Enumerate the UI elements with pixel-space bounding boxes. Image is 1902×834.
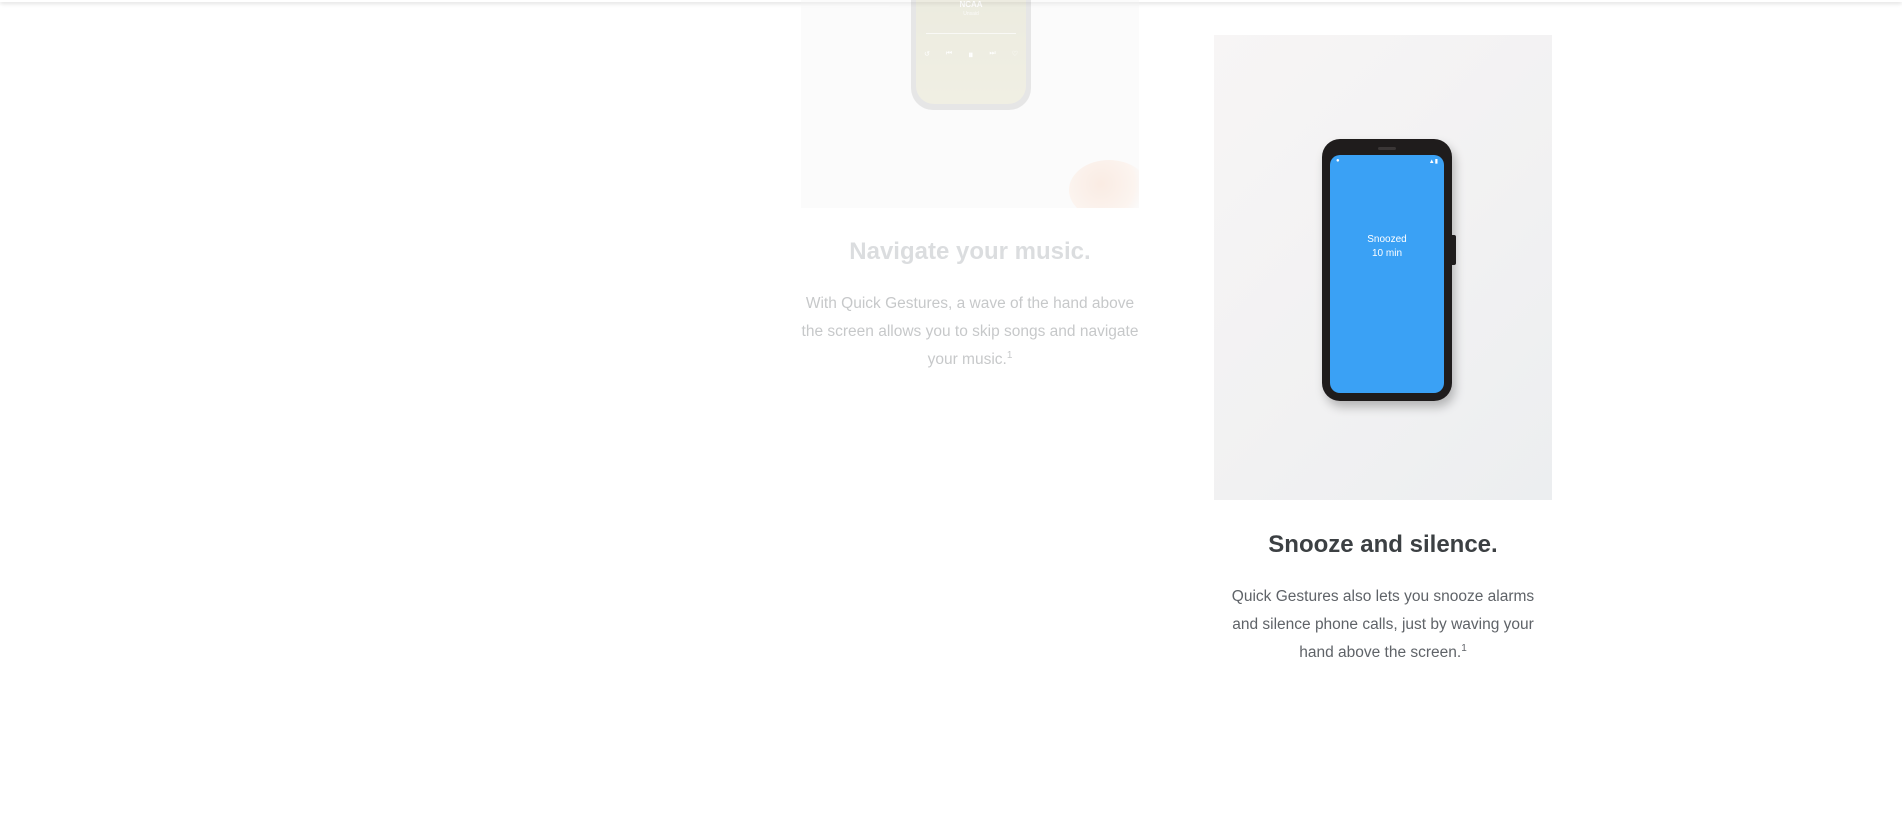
- snooze-message: Snoozed 10 min: [1330, 233, 1444, 261]
- footnote-marker[interactable]: 1: [1007, 350, 1013, 361]
- track-subtitle: Unsaid: [963, 11, 979, 17]
- feature-description-text: Quick Gestures also lets you snooze alar…: [1231, 588, 1535, 661]
- feature-title: Navigate your music.: [849, 238, 1091, 265]
- status-right-icons: ▲▮: [1428, 159, 1438, 165]
- snooze-line-2: 10 min: [1371, 248, 1402, 259]
- phone-illustration: ● ▲▮ Snoozed 10 min: [1322, 139, 1456, 401]
- snooze-screen: ● ▲▮ Snoozed 10 min: [1330, 155, 1444, 393]
- snooze-feature-image: ● ▲▮ Snoozed 10 min: [1214, 35, 1552, 500]
- replay-icon: ↺: [924, 51, 930, 58]
- track-title: NCAA: [959, 0, 983, 9]
- next-icon: ⏭: [989, 50, 996, 57]
- feature-description: With Quick Gestures, a wave of the hand …: [801, 290, 1139, 374]
- feature-description-text: With Quick Gestures, a wave of the hand …: [801, 295, 1139, 368]
- music-player-screen: NCAA Unsaid ↺ ⏮ ⏸ ⏭ ♡: [916, 0, 1026, 104]
- music-controls: ↺ ⏮ ⏸ ⏭ ♡: [924, 50, 1018, 61]
- hand-illustration: [1069, 160, 1139, 208]
- track-progress-bar: [926, 33, 1016, 34]
- feature-card-snooze-silence: ● ▲▮ Snoozed 10 min Snooze and silence. …: [1214, 35, 1552, 661]
- footnote-marker[interactable]: 1: [1461, 643, 1467, 654]
- phone-illustration: NCAA Unsaid ↺ ⏮ ⏸ ⏭ ♡: [911, 0, 1031, 110]
- pause-icon: ⏸: [968, 50, 974, 61]
- status-bar: ● ▲▮: [1336, 158, 1438, 165]
- feature-title: Snooze and silence.: [1268, 531, 1498, 558]
- phone-side-button: [1452, 235, 1456, 265]
- feature-card-navigate-music: NCAA Unsaid ↺ ⏮ ⏸ ⏭ ♡ Navigate your musi…: [801, 0, 1139, 368]
- snooze-line-1: Snoozed: [1367, 234, 1407, 245]
- previous-icon: ⏮: [945, 50, 953, 57]
- status-left-icons: ●: [1336, 158, 1340, 164]
- music-feature-image: NCAA Unsaid ↺ ⏮ ⏸ ⏭ ♡: [801, 0, 1139, 208]
- phone-speaker: [1378, 147, 1396, 150]
- feature-description: Quick Gestures also lets you snooze alar…: [1214, 583, 1552, 667]
- like-icon: ♡: [1011, 51, 1018, 58]
